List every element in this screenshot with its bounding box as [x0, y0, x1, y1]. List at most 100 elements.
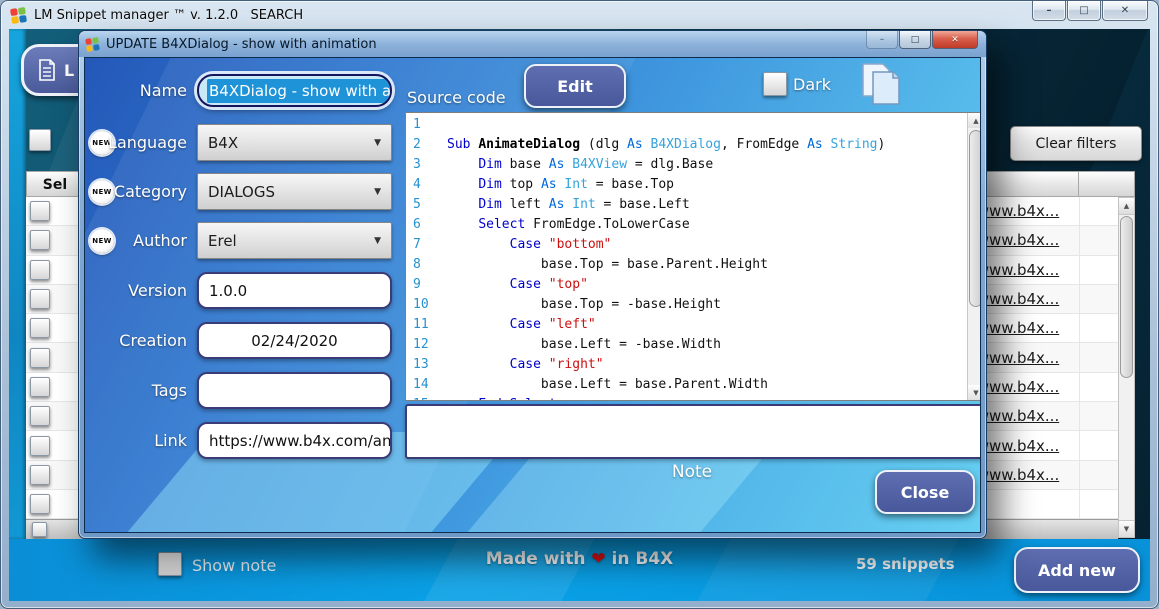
scroll-up-icon[interactable]: ▲: [968, 113, 980, 128]
empty-column-header: [1079, 171, 1135, 197]
version-value: 1.0.0: [209, 281, 248, 300]
tags-input[interactable]: [197, 372, 392, 409]
scroll-down-icon[interactable]: ▼: [968, 385, 980, 400]
made-with-suffix: in B4X: [605, 549, 674, 569]
close-button[interactable]: ✕: [1102, 1, 1148, 21]
code-text: base.Top = base.Parent.Height: [447, 255, 768, 275]
dialog-close-button[interactable]: ✕: [932, 31, 978, 49]
close-icon: ✕: [951, 34, 959, 45]
row-checkbox[interactable]: [30, 201, 50, 222]
row-checkbox[interactable]: [30, 318, 50, 339]
author-dropdown[interactable]: Erel ▼: [197, 222, 392, 259]
dialog-client-area: Name B4XDialog - show with animation NEW…: [84, 57, 981, 533]
dialog-titlebar[interactable]: UPDATE B4XDialog - show with animation –…: [79, 31, 986, 57]
language-dropdown[interactable]: B4X ▼: [197, 124, 392, 161]
dropdown-arrow-icon: ▼: [374, 186, 381, 197]
scroll-up-icon[interactable]: ▲: [1119, 198, 1134, 215]
row-checkbox[interactable]: [30, 376, 50, 397]
name-input[interactable]: B4XDialog - show with animation: [197, 74, 392, 107]
author-value: Erel: [208, 231, 237, 250]
sel-column-header[interactable]: Sel: [26, 171, 84, 197]
line-number: 8: [413, 257, 421, 272]
code-token: Case: [509, 237, 549, 252]
row-checkbox[interactable]: [30, 289, 50, 310]
select-all-checkbox[interactable]: [29, 129, 51, 151]
code-token: , FromEdge: [720, 137, 808, 152]
dialog-window-controls: – □ ✕: [865, 31, 978, 49]
author-label: Author: [133, 231, 187, 250]
line-number: 9: [413, 277, 421, 292]
row-checkbox[interactable]: [32, 522, 47, 537]
minimize-button[interactable]: –: [1032, 1, 1066, 21]
scroll-down-icon[interactable]: ▼: [1119, 520, 1134, 537]
row-checkbox[interactable]: [30, 406, 50, 427]
code-line: 9 Case "top": [406, 275, 967, 295]
empty-cell: [1079, 343, 1119, 372]
code-token: As: [548, 157, 573, 172]
table-row: [26, 226, 84, 256]
empty-cell: [1079, 460, 1119, 489]
made-with-text: Made with ❤ in B4X: [9, 549, 1150, 569]
dialog-maximize-button[interactable]: □: [899, 31, 931, 49]
line-number: 12: [413, 337, 429, 352]
line-number: 2: [413, 137, 421, 152]
dropdown-arrow-icon: ▼: [374, 235, 381, 246]
main-titlebar[interactable]: LM Snippet manager ™ v. 1.2.0 SEARCH – □…: [1, 1, 1158, 29]
row-checkbox[interactable]: [30, 464, 50, 485]
link-label: Link: [154, 431, 187, 450]
copy-icon[interactable]: [855, 60, 905, 112]
code-line: 15 End Select: [406, 395, 967, 400]
line-number: 6: [413, 217, 421, 232]
dropdown-arrow-icon: ▼: [374, 137, 381, 148]
empty-cell: [1079, 314, 1119, 343]
code-line: 12 base.Left = -base.Width: [406, 335, 967, 355]
row-checkbox[interactable]: [30, 259, 50, 280]
link-input[interactable]: https://www.b4x.com/and: [197, 422, 392, 459]
table-scrollbar[interactable]: ▲ ▼: [1118, 197, 1135, 538]
version-input[interactable]: 1.0.0: [197, 272, 392, 309]
load-button-label: L: [64, 60, 75, 80]
code-token: "right": [548, 357, 604, 372]
dark-mode-checkbox[interactable]: [763, 72, 787, 96]
note-input[interactable]: [405, 404, 980, 459]
code-line: 14 base.Left = base.Parent.Width: [406, 375, 967, 395]
minimize-icon: –: [879, 34, 885, 45]
add-new-button[interactable]: Add new: [1014, 547, 1140, 593]
name-input-selected-text: B4XDialog - show with animation: [207, 78, 390, 103]
category-dropdown[interactable]: DIALOGS ▼: [197, 173, 392, 210]
line-number: 4: [413, 177, 421, 192]
empty-cell: [1079, 489, 1119, 519]
code-line: 3 Dim base As B4XView = dlg.Base: [406, 155, 967, 175]
code-text: Dim base As B4XView = dlg.Base: [447, 155, 713, 175]
close-button-label: Close: [900, 482, 950, 502]
code-token: Select: [478, 217, 534, 232]
row-checkbox[interactable]: [30, 347, 50, 368]
line-number: 13: [413, 357, 429, 372]
source-code-editor[interactable]: 1 2 Sub AnimateDialog (dlg As B4XDialog, F…: [405, 112, 980, 401]
row-checkbox[interactable]: [30, 435, 50, 456]
edit-button[interactable]: Edit: [524, 64, 626, 108]
background-strip: [9, 29, 26, 539]
dialog-minimize-button: –: [866, 31, 898, 49]
dialog-close-action-button[interactable]: Close: [875, 470, 975, 514]
code-scrollbar[interactable]: ▲ ▼: [967, 113, 980, 400]
maximize-button[interactable]: □: [1067, 1, 1101, 21]
empty-cell: [1079, 226, 1119, 255]
scrollbar-thumb[interactable]: [1120, 216, 1133, 378]
line-number: 7: [413, 237, 421, 252]
code-line: 5 Dim left As Int = base.Left: [406, 195, 967, 215]
clear-filters-button[interactable]: Clear filters: [1010, 126, 1142, 161]
snippet-count: 59 snippets: [856, 555, 955, 573]
main-window-title: LM Snippet manager ™ v. 1.2.0 SEARCH: [34, 7, 304, 23]
note-label: Note: [671, 462, 713, 482]
code-token: base: [509, 157, 549, 172]
code-text: End Select: [447, 395, 556, 400]
row-checkbox[interactable]: [30, 494, 50, 515]
creation-input[interactable]: 02/24/2020: [197, 322, 392, 359]
row-checkbox[interactable]: [30, 230, 50, 251]
code-token: "left": [548, 317, 596, 332]
scrollbar-thumb[interactable]: [969, 130, 980, 307]
code-token: B4XView: [572, 157, 628, 172]
